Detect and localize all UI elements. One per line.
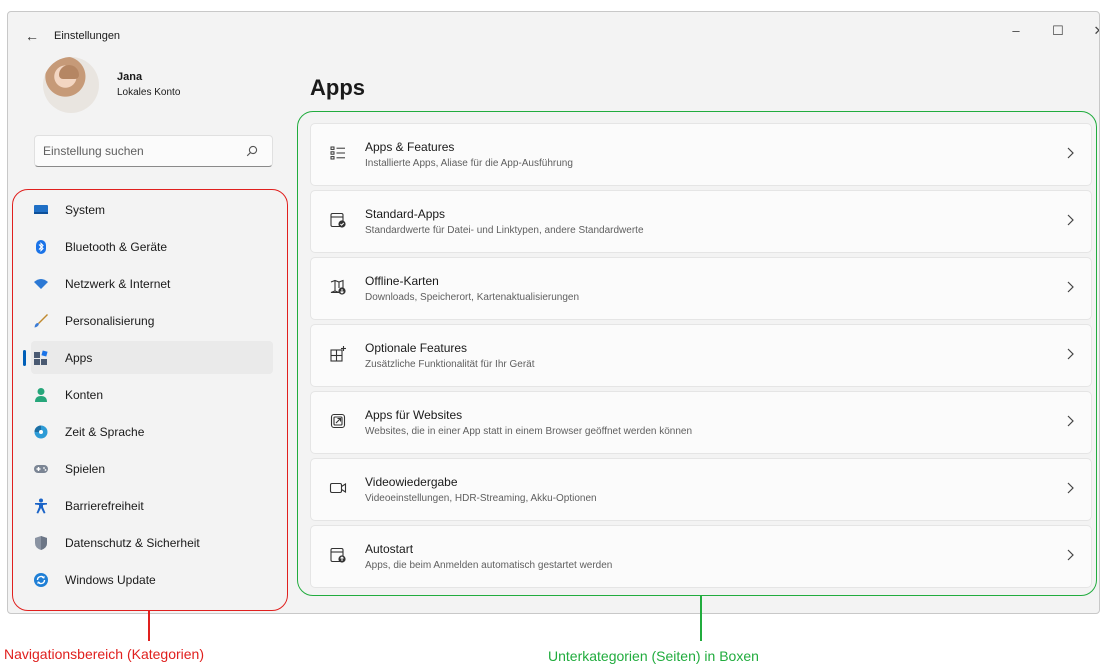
card-title: Apps für Websites — [365, 408, 463, 422]
video-icon — [329, 482, 347, 494]
title-bar: ← Einstellungen – ☐ ✕ — [8, 12, 1099, 60]
subcategories-callout-line — [700, 596, 702, 641]
update-icon — [34, 573, 48, 587]
nav-label: Apps — [65, 351, 93, 365]
navigation-caption: Navigationsbereich (Kategorien) — [4, 646, 204, 662]
window-title: Einstellungen — [54, 30, 121, 42]
card-subtitle: Websites, die in einer App statt in eine… — [365, 426, 693, 437]
close-button[interactable]: ✕ — [1083, 18, 1099, 44]
avatar — [43, 57, 99, 113]
monitor-icon — [34, 205, 48, 214]
chevron-right-icon — [1067, 281, 1074, 293]
grid-add-icon — [330, 346, 346, 362]
card-title: Autostart — [365, 542, 414, 556]
search-icon — [246, 145, 258, 157]
shield-icon — [35, 536, 47, 550]
subcategories-caption: Unterkategorien (Seiten) in Boxen — [548, 648, 759, 664]
back-button[interactable]: ← — [22, 26, 42, 46]
open-external-icon — [330, 413, 346, 429]
search-input[interactable] — [43, 142, 243, 160]
chevron-right-icon — [1067, 147, 1074, 159]
nav-item-gaming[interactable]: Spielen — [31, 452, 273, 485]
navigation-callout-line — [148, 611, 150, 641]
page-title: Apps — [310, 75, 365, 100]
chevron-right-icon — [1067, 415, 1074, 427]
nav-item-personalization[interactable]: Personalisierung — [31, 304, 273, 337]
user-profile[interactable]: Jana Lokales Konto — [35, 57, 275, 115]
card-title: Optionale Features — [365, 341, 468, 355]
chevron-right-icon — [1067, 214, 1074, 226]
card-video-playback[interactable]: Videowiedergabe Videoeinstellungen, HDR-… — [310, 458, 1092, 521]
nav-label: Personalisierung — [65, 314, 155, 328]
card-subtitle: Videoeinstellungen, HDR-Streaming, Akku-… — [365, 493, 597, 504]
wifi-icon — [34, 279, 48, 289]
card-default-apps[interactable]: Standard-Apps Standardwerte für Datei- u… — [310, 190, 1092, 253]
globe-clock-icon — [34, 425, 48, 439]
search-box[interactable] — [34, 135, 273, 167]
accessibility-icon — [35, 498, 47, 514]
nav-item-windows-update[interactable]: Windows Update — [31, 563, 273, 596]
nav-label: Zeit & Sprache — [65, 425, 145, 439]
card-subtitle: Zusätzliche Funktionalität für Ihr Gerät — [365, 359, 535, 370]
maximize-button[interactable]: ☐ — [1042, 18, 1074, 44]
chevron-right-icon — [1067, 549, 1074, 561]
nav-item-system[interactable]: System — [31, 193, 273, 226]
chevron-right-icon — [1067, 482, 1074, 494]
bluetooth-icon — [36, 240, 46, 254]
minimize-button[interactable]: – — [1000, 18, 1032, 44]
map-download-icon — [330, 279, 346, 295]
card-title: Apps & Features — [365, 140, 455, 154]
nav-item-bluetooth[interactable]: Bluetooth & Geräte — [31, 230, 273, 263]
card-offline-maps[interactable]: Offline-Karten Downloads, Speicherort, K… — [310, 257, 1092, 320]
card-subtitle: Downloads, Speicherort, Kartenaktualisie… — [365, 292, 580, 303]
card-title: Standard-Apps — [365, 207, 446, 221]
settings-window: ← Einstellungen – ☐ ✕ Jana Lokales Konto… — [7, 11, 1100, 614]
startup-icon — [330, 547, 346, 563]
nav-item-accounts[interactable]: Konten — [31, 378, 273, 411]
nav-label: System — [65, 203, 106, 217]
card-subtitle: Installierte Apps, Aliase für die App-Au… — [365, 158, 573, 169]
list-icon — [330, 146, 345, 160]
apps-icon — [34, 350, 48, 365]
card-apps-features[interactable]: Apps & Features Installierte Apps, Alias… — [310, 123, 1092, 186]
card-title: Videowiedergabe — [365, 475, 458, 489]
nav-item-accessibility[interactable]: Barrierefreiheit — [31, 489, 273, 522]
nav-item-time-language[interactable]: Zeit & Sprache — [31, 415, 273, 448]
nav-label: Bluetooth & Geräte — [65, 240, 168, 254]
person-icon — [35, 388, 47, 402]
card-apps-for-websites[interactable]: Apps für Websites Websites, die in einer… — [310, 391, 1092, 454]
nav-label: Konten — [65, 388, 104, 402]
nav-label: Barrierefreiheit — [65, 499, 144, 513]
card-startup[interactable]: Autostart Apps, die beim Anmelden automa… — [310, 525, 1092, 588]
arrow-left-icon: ← — [25, 28, 39, 44]
chevron-right-icon — [1067, 348, 1074, 360]
nav-label: Spielen — [65, 462, 106, 476]
card-title: Offline-Karten — [365, 274, 439, 288]
user-name: Jana — [117, 71, 143, 83]
nav-label: Datenschutz & Sicherheit — [65, 536, 200, 550]
card-subtitle: Apps, die beim Anmelden automatisch gest… — [365, 560, 613, 571]
nav-label: Netzwerk & Internet — [65, 277, 171, 291]
account-type: Lokales Konto — [117, 87, 181, 98]
nav-item-privacy-security[interactable]: Datenschutz & Sicherheit — [31, 526, 273, 559]
nav-item-apps[interactable]: Apps — [23, 341, 273, 374]
card-optional-features[interactable]: Optionale Features Zusätzliche Funktiona… — [310, 324, 1092, 387]
card-subtitle: Standardwerte für Datei- und Linktypen, … — [365, 225, 644, 236]
gamepad-icon — [34, 465, 48, 473]
nav-label: Windows Update — [65, 573, 156, 587]
default-apps-icon — [330, 212, 346, 228]
navigation-pane: System Bluetooth & Geräte Netzwerk & Int… — [23, 193, 273, 600]
nav-item-network[interactable]: Netzwerk & Internet — [31, 267, 273, 300]
brush-icon — [34, 314, 48, 328]
